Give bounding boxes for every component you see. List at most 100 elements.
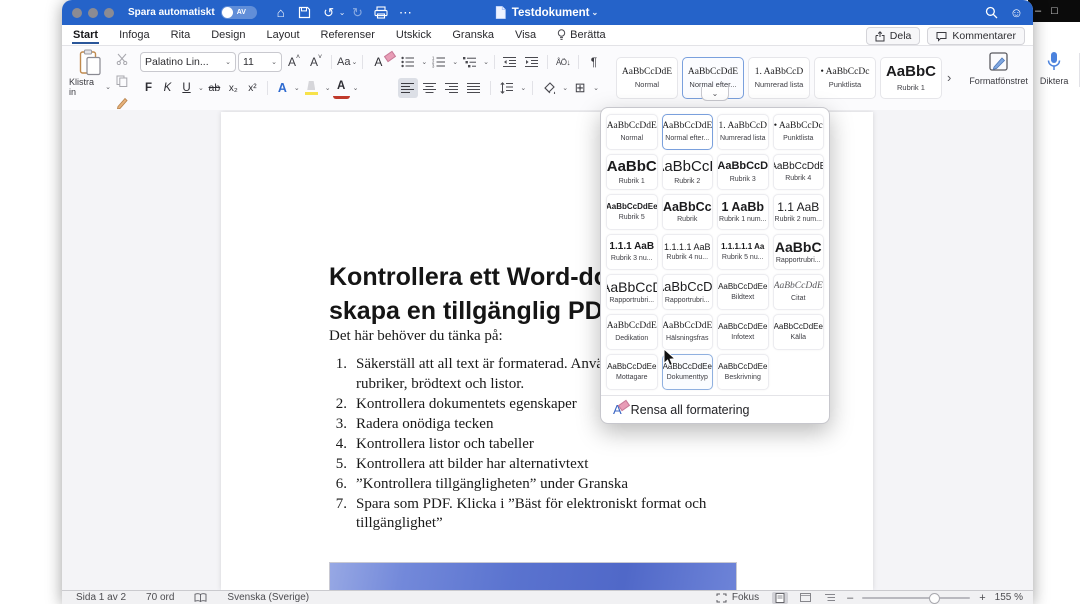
outline-view-button[interactable] <box>822 592 838 604</box>
grow-font-button[interactable]: A˄ <box>284 52 304 72</box>
style-card-rubrik-4[interactable]: AaBbCcDdERubrik 4 <box>773 154 825 190</box>
borders-button[interactable]: ⊞ <box>570 78 590 98</box>
style-card-normal[interactable]: AaBbCcDdENormal <box>606 114 658 150</box>
style-card-kalla[interactable]: AaBbCcDdEeKälla <box>773 314 825 350</box>
style-card-bildtext[interactable]: AaBbCcDdEeBildtext <box>717 274 769 310</box>
justify-button[interactable] <box>464 78 484 98</box>
tab-beratta[interactable]: Berätta <box>556 27 606 44</box>
dictate-button[interactable]: Diktera <box>1034 49 1075 112</box>
subscript-button[interactable]: x₂ <box>225 79 242 98</box>
show-marks-button[interactable]: ¶ <box>584 52 604 72</box>
format-painter-icon[interactable] <box>114 95 130 110</box>
share-button[interactable]: Dela <box>866 27 921 45</box>
comments-button[interactable]: Kommentarer <box>927 27 1025 45</box>
tab-granska[interactable]: Granska <box>451 27 495 44</box>
styles-gallery-expander[interactable]: ⌄ <box>701 87 729 101</box>
decrease-indent-button[interactable] <box>500 52 520 72</box>
copy-icon[interactable] <box>114 73 130 88</box>
gallery-style-punktlista[interactable]: • AaBbCcDc Punktlista <box>814 57 876 99</box>
shrink-font-button[interactable]: A˅ <box>306 52 326 72</box>
numbered-list-button[interactable]: 123 <box>429 52 449 72</box>
zoom-in-button[interactable]: + <box>979 592 985 604</box>
style-card-rubrik-4-num[interactable]: 1.1.1.1 AaBRubrik 4 nu... <box>662 234 714 270</box>
more-commands-icon[interactable]: ⋯ <box>395 4 415 22</box>
style-card-rapportrubrik-2[interactable]: AaBbCcDRapportrubri... <box>606 274 658 310</box>
background-minimize-glyph[interactable]: – <box>1035 5 1041 17</box>
align-center-button[interactable] <box>420 78 440 98</box>
proofing-icon[interactable] <box>194 593 207 603</box>
clear-formatting-button[interactable]: A <box>368 52 388 72</box>
style-card-punktlista[interactable]: • AaBbCcDcPunktlista <box>773 114 825 150</box>
style-card-halsningsfras[interactable]: AaBbCcDdEHälsningsfras <box>662 314 714 350</box>
save-icon[interactable] <box>295 4 315 22</box>
document-image[interactable] <box>329 562 737 590</box>
format-pane-button[interactable]: Formatfönstret <box>963 49 1034 112</box>
change-case-button[interactable]: Aa⌄ <box>337 52 357 72</box>
style-card-rubrik-5-num[interactable]: 1.1.1.1.1 AaRubrik 5 nu... <box>717 234 769 270</box>
style-card-beskrivning[interactable]: AaBbCcDdEeBeskrivning <box>717 354 769 390</box>
redo-icon[interactable]: ↻ <box>347 4 367 22</box>
language-selector[interactable]: Svenska (Sverige) <box>227 592 309 603</box>
tab-rita[interactable]: Rita <box>170 27 192 44</box>
style-card-rubrik-1[interactable]: AaBbCRubrik 1 <box>606 154 658 190</box>
feedback-smiley-icon[interactable]: ☺ <box>1010 5 1023 20</box>
tab-visa[interactable]: Visa <box>514 27 537 44</box>
font-size-select[interactable]: 11⌄ <box>238 52 282 72</box>
tab-utskick[interactable]: Utskick <box>395 27 432 44</box>
web-layout-view-button[interactable] <box>797 592 813 604</box>
title-chevron-icon[interactable]: ⌄ <box>592 8 599 17</box>
clear-all-formatting-button[interactable]: A Rensa all formatering <box>601 395 829 423</box>
sort-button[interactable]: ÅÖ↓ <box>553 52 573 72</box>
style-card-dedikation[interactable]: AaBbCcDdEDedikation <box>606 314 658 350</box>
line-spacing-button[interactable] <box>497 78 517 98</box>
gallery-style-numrerad-lista[interactable]: 1. AaBbCcD Numrerad lista <box>748 57 810 99</box>
home-icon[interactable]: ⌂ <box>271 4 291 22</box>
superscript-button[interactable]: x² <box>244 79 261 98</box>
zoom-slider[interactable] <box>862 597 970 599</box>
bold-button[interactable]: F <box>140 79 157 98</box>
font-color-button[interactable]: A <box>333 77 350 99</box>
paste-button[interactable]: Klistra in⌄ <box>69 49 111 112</box>
style-card-rubrik-2[interactable]: AaBbCcDRubrik 2 <box>662 154 714 190</box>
gallery-style-rubrik-1[interactable]: AaBbC Rubrik 1 <box>880 57 942 99</box>
italic-button[interactable]: K <box>159 79 176 98</box>
style-card-infotext[interactable]: AaBbCcDdEeInfotext <box>717 314 769 350</box>
undo-chevron-icon[interactable]: ⌄ <box>339 8 346 17</box>
text-effects-chevron-icon[interactable]: ⌄ <box>294 84 300 92</box>
close-window-button[interactable] <box>72 8 82 18</box>
page-count[interactable]: Sida 1 av 2 <box>76 592 126 603</box>
style-card-mottagare[interactable]: AaBbCcDdEeMottagare <box>606 354 658 390</box>
zoom-level[interactable]: 155 % <box>995 592 1023 603</box>
style-card-rubrik[interactable]: AaBbCcRubrik <box>662 194 714 230</box>
print-layout-view-button[interactable] <box>772 592 788 604</box>
style-card-rubrik-5[interactable]: AaBbCcDdEeRubrik 5 <box>606 194 658 230</box>
gallery-style-normal[interactable]: AaBbCcDdE Normal <box>616 57 678 99</box>
style-card-rubrik-3-num[interactable]: 1.1.1 AaBRubrik 3 nu... <box>606 234 658 270</box>
tab-referenser[interactable]: Referenser <box>320 27 376 44</box>
shading-button[interactable] <box>539 78 559 98</box>
print-icon[interactable] <box>371 4 391 22</box>
underline-chevron-icon[interactable]: ⌄ <box>198 84 204 92</box>
background-maximize-glyph[interactable]: □ <box>1051 5 1058 17</box>
cut-icon[interactable] <box>114 51 130 66</box>
zoom-window-button[interactable] <box>104 8 114 18</box>
tab-infoga[interactable]: Infoga <box>118 27 151 44</box>
gallery-scroll-icon[interactable]: › <box>947 70 951 85</box>
autosave-toggle[interactable]: AV <box>221 6 257 19</box>
zoom-out-button[interactable]: – <box>847 592 853 604</box>
style-card-rubrik-1-num[interactable]: 1 AaBbRubrik 1 num... <box>717 194 769 230</box>
style-card-normal-efter[interactable]: AaBbCcDdENormal efter... <box>662 114 714 150</box>
word-count[interactable]: 70 ord <box>146 592 174 603</box>
strikethrough-button[interactable]: ab <box>206 79 223 98</box>
align-left-button[interactable] <box>398 78 418 98</box>
style-card-citat[interactable]: AaBbCcDdECitat <box>773 274 825 310</box>
highlight-button[interactable] <box>302 78 322 98</box>
style-card-rubrik-2-num[interactable]: 1.1 AaBRubrik 2 num... <box>773 194 825 230</box>
style-card-rubrik-3[interactable]: AaBbCcDRubrik 3 <box>717 154 769 190</box>
zoom-slider-knob[interactable] <box>929 593 940 604</box>
tab-layout[interactable]: Layout <box>265 27 300 44</box>
text-effects-button[interactable]: A <box>274 79 291 98</box>
style-card-rapportrubrik-3[interactable]: AaBbCcDcRapportrubri... <box>662 274 714 310</box>
font-name-select[interactable]: Palatino Lin...⌄ <box>140 52 236 72</box>
increase-indent-button[interactable] <box>522 52 542 72</box>
